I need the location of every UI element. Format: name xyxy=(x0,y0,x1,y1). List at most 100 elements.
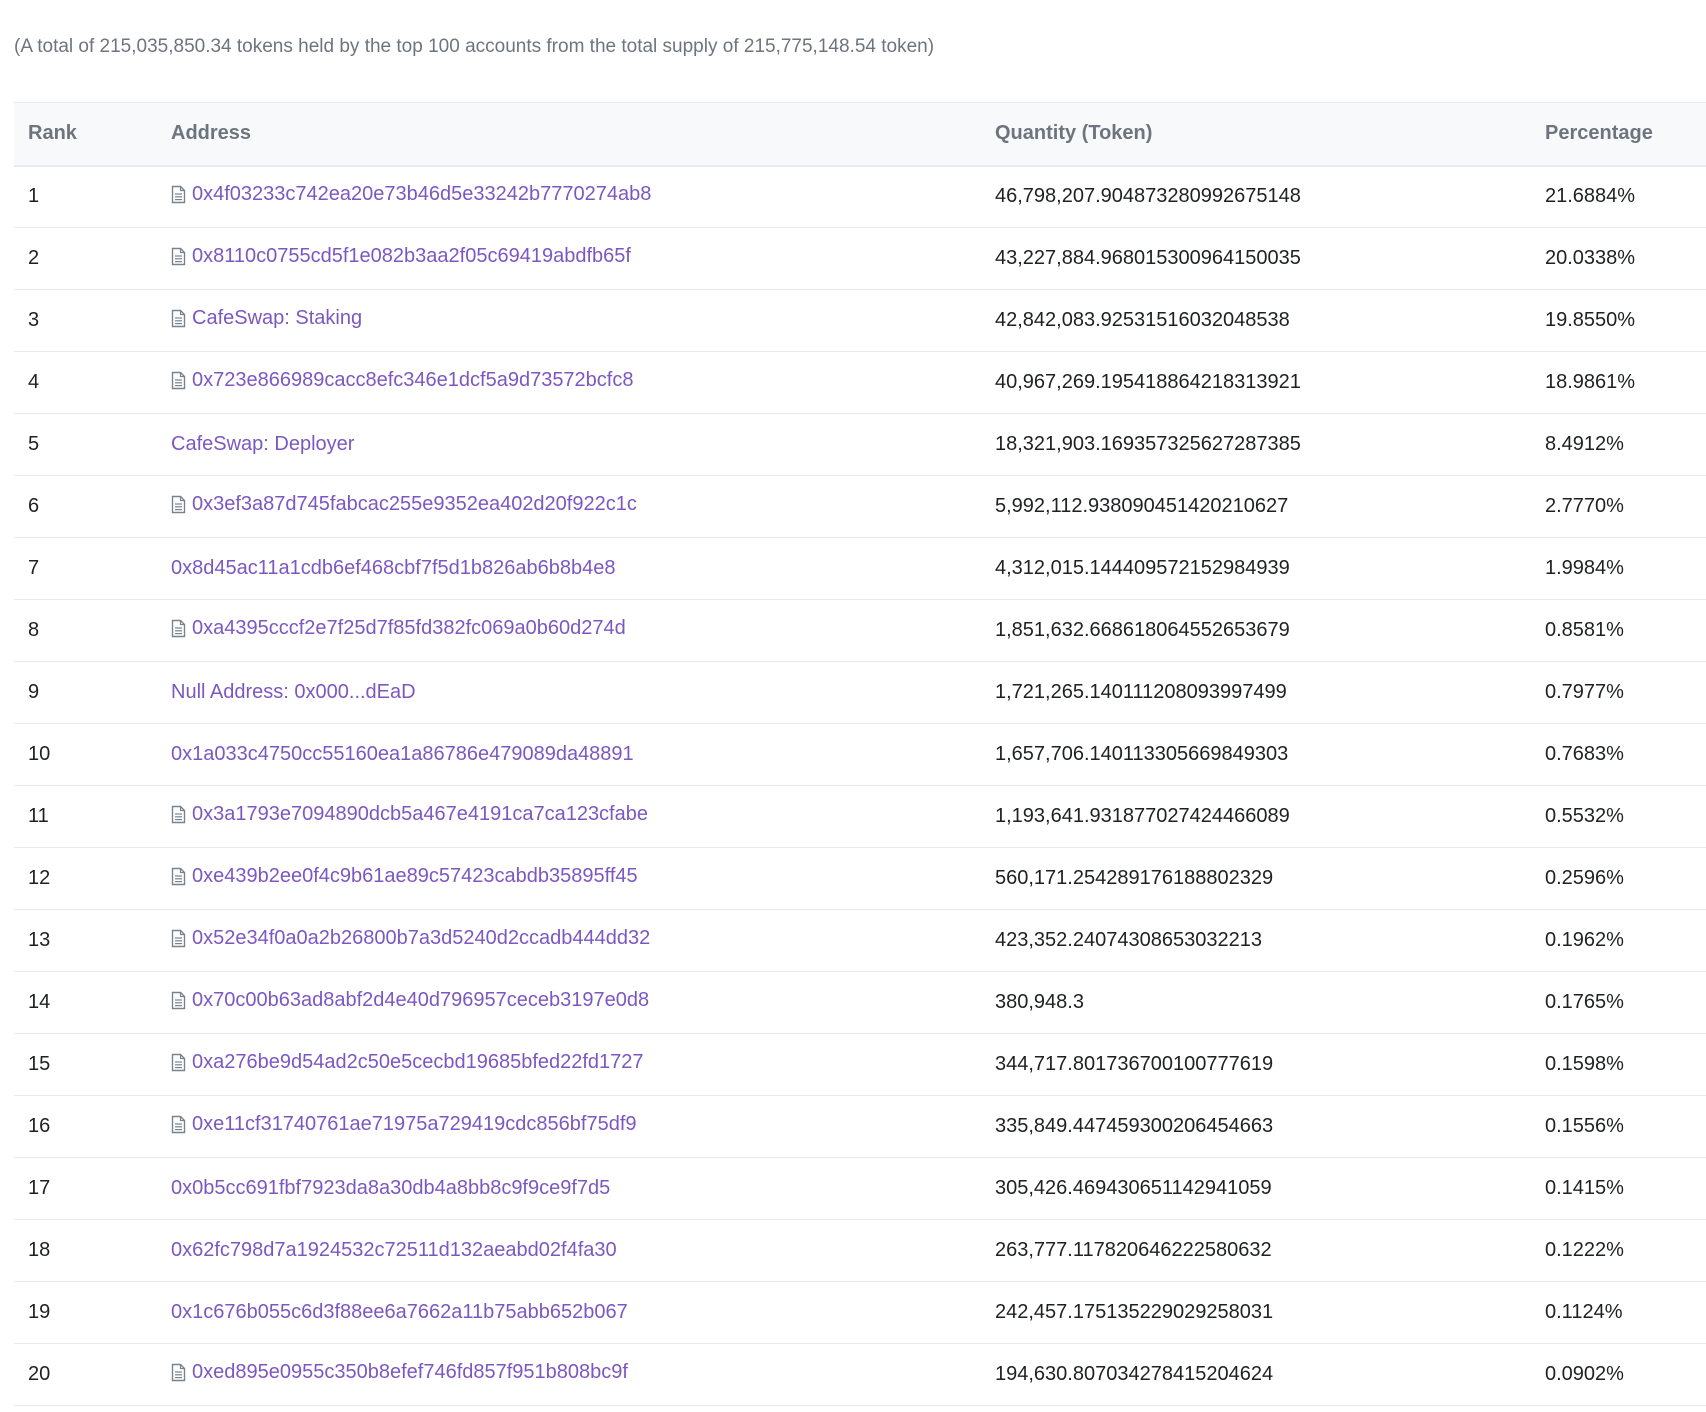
address-cell: CafeSwap: Staking xyxy=(157,289,981,352)
rank-cell: 4 xyxy=(14,351,157,414)
address-link[interactable]: 0xed895e0955c350b8efef746fd857f951b808bc… xyxy=(171,1361,628,1384)
document-icon xyxy=(171,991,186,1010)
quantity-cell: 1,851,632.668618064552653679 xyxy=(981,599,1531,662)
table-row: 15 0xa276be9d54ad2c50e5cecbd19685bfed22f… xyxy=(14,1033,1706,1096)
address-link[interactable]: 0x8d45ac11a1cdb6ef468cbf7f5d1b826ab6b8b4… xyxy=(171,557,616,580)
address-link[interactable]: 0x1a033c4750cc55160ea1a86786e479089da488… xyxy=(171,743,634,766)
document-icon xyxy=(171,495,186,514)
address-link[interactable]: 0x0b5cc691fbf7923da8a30db4a8bb8c9f9ce9f7… xyxy=(171,1177,610,1200)
rank-cell: 14 xyxy=(14,971,157,1034)
address-link[interactable]: 0x52e34f0a0a2b26800b7a3d5240d2ccadb444dd… xyxy=(171,927,650,950)
quantity-cell: 344,717.801736700100777619 xyxy=(981,1033,1531,1096)
percentage-cell: 0.1765% xyxy=(1531,971,1706,1034)
address-cell: 0x62fc798d7a1924532c72511d132aeabd02f4fa… xyxy=(157,1219,981,1282)
quantity-cell: 242,457.175135229029258031 xyxy=(981,1281,1531,1344)
rank-cell: 16 xyxy=(14,1095,157,1158)
address-text: 0x1a033c4750cc55160ea1a86786e479089da488… xyxy=(171,743,634,765)
address-text: 0x4f03233c742ea20e73b46d5e33242b7770274a… xyxy=(192,183,652,206)
address-text: 0x3a1793e7094890dcb5a467e4191ca7ca123cfa… xyxy=(192,803,648,825)
address-link[interactable]: 0x3a1793e7094890dcb5a467e4191ca7ca123cfa… xyxy=(171,803,648,826)
table-row: 19 0x1c676b055c6d3f88ee6a7662a11b75abb65… xyxy=(14,1281,1706,1344)
rank-cell: 12 xyxy=(14,847,157,910)
header-quantity: Quantity (Token) xyxy=(981,102,1531,167)
address-link[interactable]: 0x8110c0755cd5f1e082b3aa2f05c69419abdfb6… xyxy=(171,245,631,268)
rank-cell: 5 xyxy=(14,413,157,476)
address-cell: CafeSwap: Deployer xyxy=(157,413,981,476)
rank-cell: 17 xyxy=(14,1157,157,1220)
address-link[interactable]: Null Address: 0x000...dEaD xyxy=(171,681,416,704)
table-row: 1 0x4f03233c742ea20e73b46d5e33242b777027… xyxy=(14,165,1706,228)
table-row: 12 0xe439b2ee0f4c9b61ae89c57423cabdb3589… xyxy=(14,847,1706,910)
table-row: 10 0x1a033c4750cc55160ea1a86786e479089da… xyxy=(14,723,1706,786)
quantity-cell: 5,992,112.938090451420210627 xyxy=(981,475,1531,538)
rank-cell: 10 xyxy=(14,723,157,786)
address-link[interactable]: 0xa276be9d54ad2c50e5cecbd19685bfed22fd17… xyxy=(171,1051,644,1074)
address-cell: 0x70c00b63ad8abf2d4e40d796957ceceb3197e0… xyxy=(157,971,981,1034)
percentage-cell: 18.9861% xyxy=(1531,351,1706,414)
address-link[interactable]: CafeSwap: Deployer xyxy=(171,433,354,456)
document-icon xyxy=(171,371,186,390)
holders-table: Rank Address Quantity (Token) Percentage… xyxy=(14,102,1706,1406)
address-link[interactable]: 0x723e866989cacc8efc346e1dcf5a9d73572bcf… xyxy=(171,369,633,392)
document-icon xyxy=(171,1363,186,1382)
rank-cell: 20 xyxy=(14,1343,157,1406)
percentage-cell: 0.1962% xyxy=(1531,909,1706,972)
holders-summary: (A total of 215,035,850.34 tokens held b… xyxy=(14,36,935,57)
rank-cell: 9 xyxy=(14,661,157,724)
table-row: 4 0x723e866989cacc8efc346e1dcf5a9d73572b… xyxy=(14,351,1706,414)
table-row: 20 0xed895e0955c350b8efef746fd857f951b80… xyxy=(14,1343,1706,1406)
table-row: 16 0xe11cf31740761ae71975a729419cdc856bf… xyxy=(14,1095,1706,1158)
address-link[interactable]: CafeSwap: Staking xyxy=(171,307,362,330)
address-text: 0x1c676b055c6d3f88ee6a7662a11b75abb652b0… xyxy=(171,1301,628,1323)
address-link[interactable]: 0x1c676b055c6d3f88ee6a7662a11b75abb652b0… xyxy=(171,1301,628,1324)
percentage-cell: 0.5532% xyxy=(1531,785,1706,848)
table-row: 6 0x3ef3a87d745fabcac255e9352ea402d20f92… xyxy=(14,475,1706,538)
percentage-cell: 19.8550% xyxy=(1531,289,1706,352)
address-link[interactable]: 0xa4395cccf2e7f25d7f85fd382fc069a0b60d27… xyxy=(171,617,626,640)
quantity-cell: 423,352.24074308653032213 xyxy=(981,909,1531,972)
table-row: 7 0x8d45ac11a1cdb6ef468cbf7f5d1b826ab6b8… xyxy=(14,537,1706,600)
document-icon xyxy=(171,619,186,638)
quantity-cell: 43,227,884.968015300964150035 xyxy=(981,227,1531,290)
address-text: 0xa276be9d54ad2c50e5cecbd19685bfed22fd17… xyxy=(192,1051,644,1073)
document-icon xyxy=(171,185,186,204)
document-icon xyxy=(171,1115,186,1134)
quantity-cell: 263,777.117820646222580632 xyxy=(981,1219,1531,1282)
address-text: 0x8110c0755cd5f1e082b3aa2f05c69419abdfb6… xyxy=(192,245,631,267)
address-link[interactable]: 0x3ef3a87d745fabcac255e9352ea402d20f922c… xyxy=(171,493,637,516)
header-address: Address xyxy=(157,102,981,167)
address-cell: 0x1c676b055c6d3f88ee6a7662a11b75abb652b0… xyxy=(157,1281,981,1344)
address-cell: 0xa276be9d54ad2c50e5cecbd19685bfed22fd17… xyxy=(157,1033,981,1096)
address-link[interactable]: 0x70c00b63ad8abf2d4e40d796957ceceb3197e0… xyxy=(171,989,649,1012)
address-cell: 0x723e866989cacc8efc346e1dcf5a9d73572bcf… xyxy=(157,351,981,414)
quantity-cell: 18,321,903.169357325627287385 xyxy=(981,413,1531,476)
document-icon xyxy=(171,309,186,328)
percentage-cell: 1.9984% xyxy=(1531,537,1706,600)
table-row: 3 CafeSwap: Staking 42,842,083.925315160… xyxy=(14,289,1706,352)
address-cell: 0xe11cf31740761ae71975a729419cdc856bf75d… xyxy=(157,1095,981,1158)
address-link[interactable]: 0x4f03233c742ea20e73b46d5e33242b7770274a… xyxy=(171,183,651,206)
rank-cell: 13 xyxy=(14,909,157,972)
address-cell: 0x1a033c4750cc55160ea1a86786e479089da488… xyxy=(157,723,981,786)
holders-table-body: 1 0x4f03233c742ea20e73b46d5e33242b777027… xyxy=(14,165,1706,1406)
address-cell: 0xa4395cccf2e7f25d7f85fd382fc069a0b60d27… xyxy=(157,599,981,662)
address-text: CafeSwap: Staking xyxy=(192,307,363,329)
address-cell: 0x3ef3a87d745fabcac255e9352ea402d20f922c… xyxy=(157,475,981,538)
document-icon xyxy=(171,929,186,948)
document-icon xyxy=(171,1053,186,1072)
table-row: 18 0x62fc798d7a1924532c72511d132aeabd02f… xyxy=(14,1219,1706,1282)
rank-cell: 11 xyxy=(14,785,157,848)
table-row: 17 0x0b5cc691fbf7923da8a30db4a8bb8c9f9ce… xyxy=(14,1157,1706,1220)
percentage-cell: 0.1598% xyxy=(1531,1033,1706,1096)
table-row: 5 CafeSwap: Deployer 18,321,903.16935732… xyxy=(14,413,1706,476)
address-link[interactable]: 0xe439b2ee0f4c9b61ae89c57423cabdb35895ff… xyxy=(171,865,638,888)
address-link[interactable]: 0xe11cf31740761ae71975a729419cdc856bf75d… xyxy=(171,1113,637,1136)
address-cell: 0xe439b2ee0f4c9b61ae89c57423cabdb35895ff… xyxy=(157,847,981,910)
address-link[interactable]: 0x62fc798d7a1924532c72511d132aeabd02f4fa… xyxy=(171,1239,617,1262)
address-cell: 0x8d45ac11a1cdb6ef468cbf7f5d1b826ab6b8b4… xyxy=(157,537,981,600)
document-icon xyxy=(171,867,186,886)
quantity-cell: 1,193,641.931877027424466089 xyxy=(981,785,1531,848)
address-text: 0x3ef3a87d745fabcac255e9352ea402d20f922c… xyxy=(192,493,637,515)
quantity-cell: 42,842,083.92531516032048538 xyxy=(981,289,1531,352)
rank-cell: 7 xyxy=(14,537,157,600)
